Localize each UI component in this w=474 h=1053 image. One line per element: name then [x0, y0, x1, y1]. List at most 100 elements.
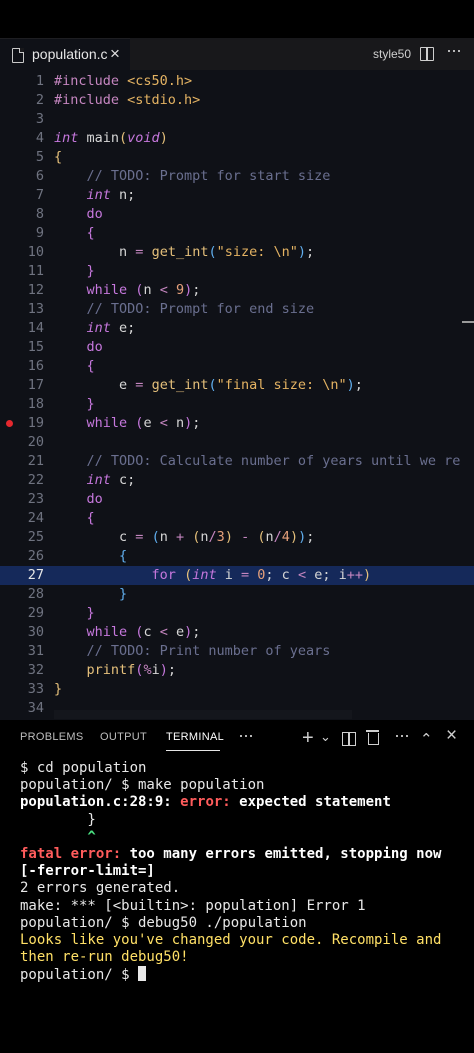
code-line[interactable]: 25 c = (n + (n/3) - (n/4)); — [0, 528, 474, 547]
line-number: 31 — [27, 643, 44, 659]
code-line[interactable]: 29 } — [0, 604, 474, 623]
code-line[interactable]: 28 } — [0, 585, 474, 604]
line-number: 6 — [35, 168, 44, 184]
code-line[interactable]: 26 { — [0, 547, 474, 566]
line-number: 5 — [35, 149, 44, 165]
code-line[interactable]: 31 // TODO: Print number of years — [0, 642, 474, 661]
code-line[interactable]: 32 printf(%i); — [0, 661, 474, 680]
code-line[interactable]: 7 int n; — [0, 186, 474, 205]
code-text: } — [86, 396, 95, 412]
code-text: while (n < 9); — [86, 282, 201, 298]
code-line[interactable]: 34 — [0, 699, 474, 718]
line-number: 32 — [27, 662, 44, 678]
code-line[interactable]: 10 n = get_int("size: \n"); — [0, 243, 474, 262]
line-number: 22 — [27, 472, 44, 488]
code-line[interactable]: 6 // TODO: Prompt for start size — [0, 167, 474, 186]
line-number: 15 — [27, 339, 44, 355]
terminal-line: 2 errors generated. — [20, 880, 181, 897]
line-number: 18 — [27, 396, 44, 412]
code-line[interactable]: 13 // TODO: Prompt for end size — [0, 300, 474, 319]
code-line[interactable]: 22 int c; — [0, 471, 474, 490]
code-text: // TODO: Print number of years — [54, 643, 331, 659]
code-line[interactable]: 19 while (e < n); — [0, 414, 474, 433]
line-number: 34 — [27, 700, 44, 716]
line-number: 2 — [35, 92, 44, 108]
terminal-line: fatal error: too many errors emitted, st… — [20, 845, 442, 862]
code-text: { — [86, 510, 95, 526]
line-number: 8 — [35, 206, 44, 222]
code-line[interactable]: 20 — [0, 433, 474, 452]
panel-more-icon[interactable]: ··· — [238, 725, 254, 746]
code-text: } — [86, 263, 95, 279]
terminal-line: } — [20, 811, 96, 828]
terminal-line: ^ — [20, 828, 96, 845]
code-line[interactable]: 1 #include <cs50.h> — [0, 72, 474, 91]
code-line[interactable]: 5{ — [0, 148, 474, 167]
code-line[interactable]: 21 // TODO: Calculate number of years un… — [0, 452, 474, 471]
code-text: for (int i = 0; c < e; i++) — [151, 567, 372, 583]
line-number: 12 — [27, 282, 44, 298]
line-number: 33 — [27, 681, 44, 697]
code-text: while (e < n); — [86, 415, 201, 431]
code-text: } — [119, 586, 128, 602]
tab-problems[interactable]: PROBLEMS — [20, 731, 84, 743]
code-line[interactable]: 18 } — [0, 395, 474, 414]
code-line[interactable]: 8 do — [0, 205, 474, 224]
tab-label: population.c — [32, 46, 108, 62]
code-text: } — [86, 605, 95, 621]
code-line[interactable]: 2 #include <stdio.h> — [0, 91, 474, 110]
code-text: do — [86, 339, 103, 355]
more-actions-icon[interactable]: ··· — [446, 40, 462, 61]
code-text: c = (n + (n/3) - (n/4)); — [54, 529, 315, 545]
code-line[interactable]: 3 — [0, 110, 474, 129]
line-number: 20 — [27, 434, 44, 450]
line-number: 21 — [27, 453, 44, 469]
terminal-line: [-ferror-limit=] — [20, 863, 155, 880]
line-number: 7 — [35, 187, 44, 203]
trash-icon[interactable] — [366, 730, 379, 745]
code-line[interactable]: 16 { — [0, 357, 474, 376]
terminal-output[interactable]: $ cd population population/ $ make popula… — [20, 760, 470, 983]
terminal-line: population/ $ make population — [20, 777, 265, 794]
code-text: int e; — [86, 320, 136, 336]
code-line[interactable]: 12 while (n < 9); — [0, 281, 474, 300]
terminal-line: $ cd population — [20, 760, 147, 776]
tab-population-c[interactable]: population.c × — [0, 38, 130, 71]
editor-tab-bar: population.c × style50 ··· — [0, 38, 474, 71]
code-line[interactable]: 27 for (int i = 0; c < e; i++) — [0, 566, 474, 585]
split-editor-icon[interactable] — [420, 47, 434, 61]
maximize-panel-icon[interactable]: ⌃ — [420, 730, 433, 748]
code-line[interactable]: 15 do — [0, 338, 474, 357]
code-line[interactable]: 14 int e; — [0, 319, 474, 338]
new-terminal-icon[interactable]: + — [302, 727, 314, 750]
code-line[interactable]: 4 int main(void) — [0, 129, 474, 148]
code-text: while (c < e); — [86, 624, 201, 640]
line-number: 27 — [27, 567, 44, 583]
code-text: n = get_int("size: \n"); — [54, 244, 315, 260]
code-text: #include <cs50.h> — [54, 73, 193, 89]
code-text: { — [86, 225, 95, 241]
close-icon[interactable]: × — [110, 44, 120, 64]
code-line[interactable]: 9 { — [0, 224, 474, 243]
code-line[interactable]: 24 { — [0, 509, 474, 528]
active-tab-indicator — [166, 750, 220, 751]
code-text: printf(%i); — [86, 662, 176, 678]
code-line[interactable]: 11 } — [0, 262, 474, 281]
code-line[interactable]: 17 e = get_int("final size: \n"); — [0, 376, 474, 395]
tab-output[interactable]: OUTPUT — [100, 731, 147, 743]
close-panel-icon[interactable]: × — [446, 725, 457, 747]
code-line[interactable]: 30 while (c < e); — [0, 623, 474, 642]
line-number: 17 — [27, 377, 44, 393]
code-line[interactable]: 23 do — [0, 490, 474, 509]
tab-terminal[interactable]: TERMINAL — [166, 731, 224, 743]
line-number: 23 — [27, 491, 44, 507]
line-number: 11 — [27, 263, 44, 279]
chevron-down-icon[interactable]: ⌄ — [320, 729, 331, 745]
style50-button[interactable]: style50 — [373, 47, 411, 61]
code-line[interactable]: 33} — [0, 680, 474, 699]
line-number: 9 — [35, 225, 44, 241]
code-text: e = get_int("final size: \n"); — [54, 377, 363, 393]
split-terminal-icon[interactable] — [342, 732, 356, 746]
terminal-more-icon[interactable]: ··· — [394, 725, 410, 746]
code-editor[interactable]: 1 #include <cs50.h> 2 #include <stdio.h> 3 4 i… — [0, 70, 474, 720]
